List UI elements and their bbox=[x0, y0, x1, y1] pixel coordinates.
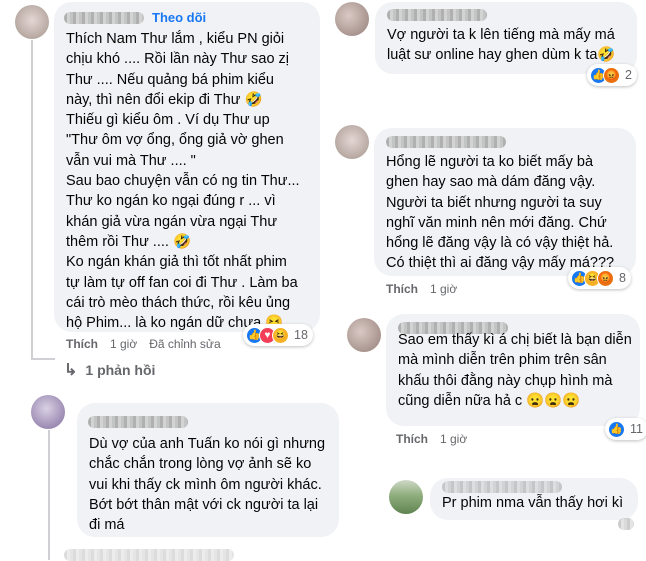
reaction-count: 11 bbox=[630, 422, 643, 436]
comment-text: Thích Nam Thư lắm , kiểu PN giỏi chịu kh… bbox=[66, 31, 300, 332]
thread-connector bbox=[48, 430, 50, 560]
commenter-name[interactable] bbox=[88, 416, 188, 428]
reaction-count: 2 bbox=[625, 68, 632, 82]
edited-label: Đã chỉnh sửa bbox=[149, 337, 221, 351]
commenter-name[interactable] bbox=[442, 481, 562, 493]
comment-timestamp[interactable]: 1 giờ bbox=[430, 282, 457, 296]
avatar[interactable] bbox=[335, 125, 369, 159]
like-button[interactable]: Thích bbox=[66, 337, 98, 351]
view-replies-link[interactable]: ↳ 1 phản hồi bbox=[64, 360, 155, 380]
comment-timestamp[interactable]: 1 giờ bbox=[110, 337, 137, 351]
comment-text: Vợ người ta k lên tiếng mà mấy má luật s… bbox=[387, 27, 616, 64]
avatar[interactable] bbox=[389, 480, 423, 514]
comment-timestamp[interactable]: 1 giờ bbox=[440, 432, 467, 446]
commenter-name[interactable] bbox=[64, 12, 144, 24]
avatar[interactable] bbox=[347, 318, 381, 352]
commenter-name[interactable] bbox=[64, 549, 234, 561]
like-button[interactable]: Thích bbox=[386, 282, 418, 296]
reaction-summary[interactable] bbox=[618, 518, 634, 530]
avatar[interactable] bbox=[15, 5, 49, 39]
comment-actions: Thích 1 giờ bbox=[386, 282, 457, 296]
angry-reaction-icon: 😡 bbox=[603, 66, 620, 84]
thread-connector bbox=[31, 40, 33, 358]
like-reaction-icon: 👍 bbox=[608, 420, 625, 438]
reaction-count: 18 bbox=[294, 328, 308, 342]
comment-text: Dù vợ của anh Tuấn ko nói gì nhưng chắc … bbox=[89, 436, 326, 534]
comment-text: Sao em thấy kì á chị biết là bạn diễn mà… bbox=[398, 332, 632, 409]
reaction-summary[interactable]: 👍 😡 2 bbox=[587, 64, 637, 86]
reply-arrow-icon: ↳ bbox=[64, 362, 78, 379]
angry-reaction-icon: 😡 bbox=[597, 269, 614, 287]
reaction-summary[interactable]: 👍 😆 😡 8 bbox=[568, 267, 631, 289]
reaction-summary[interactable]: 👍 ♥ 😆 18 bbox=[243, 324, 313, 346]
like-button[interactable]: Thích bbox=[396, 432, 428, 446]
comment-actions: Thích 1 giờ Đã chỉnh sửa bbox=[66, 337, 221, 351]
comment-text: Pr phim nma vẫn thấy hơi kì bbox=[442, 495, 624, 511]
replies-count-label: 1 phản hồi bbox=[85, 362, 156, 378]
reaction-count: 8 bbox=[619, 271, 626, 285]
comment-actions: Thích 1 giờ bbox=[396, 432, 467, 446]
follow-button[interactable]: Theo dõi bbox=[152, 10, 206, 25]
thread-connector bbox=[31, 358, 55, 360]
reaction-summary[interactable]: 👍 11 bbox=[605, 418, 646, 440]
comment-text: Hổng lẽ người ta ko biết mấy bà ghen hay… bbox=[386, 154, 615, 272]
haha-reaction-icon: 😆 bbox=[272, 326, 289, 344]
avatar[interactable] bbox=[31, 395, 65, 429]
commenter-name[interactable] bbox=[386, 136, 506, 148]
commenter-name[interactable] bbox=[387, 9, 487, 21]
avatar[interactable] bbox=[335, 2, 369, 36]
